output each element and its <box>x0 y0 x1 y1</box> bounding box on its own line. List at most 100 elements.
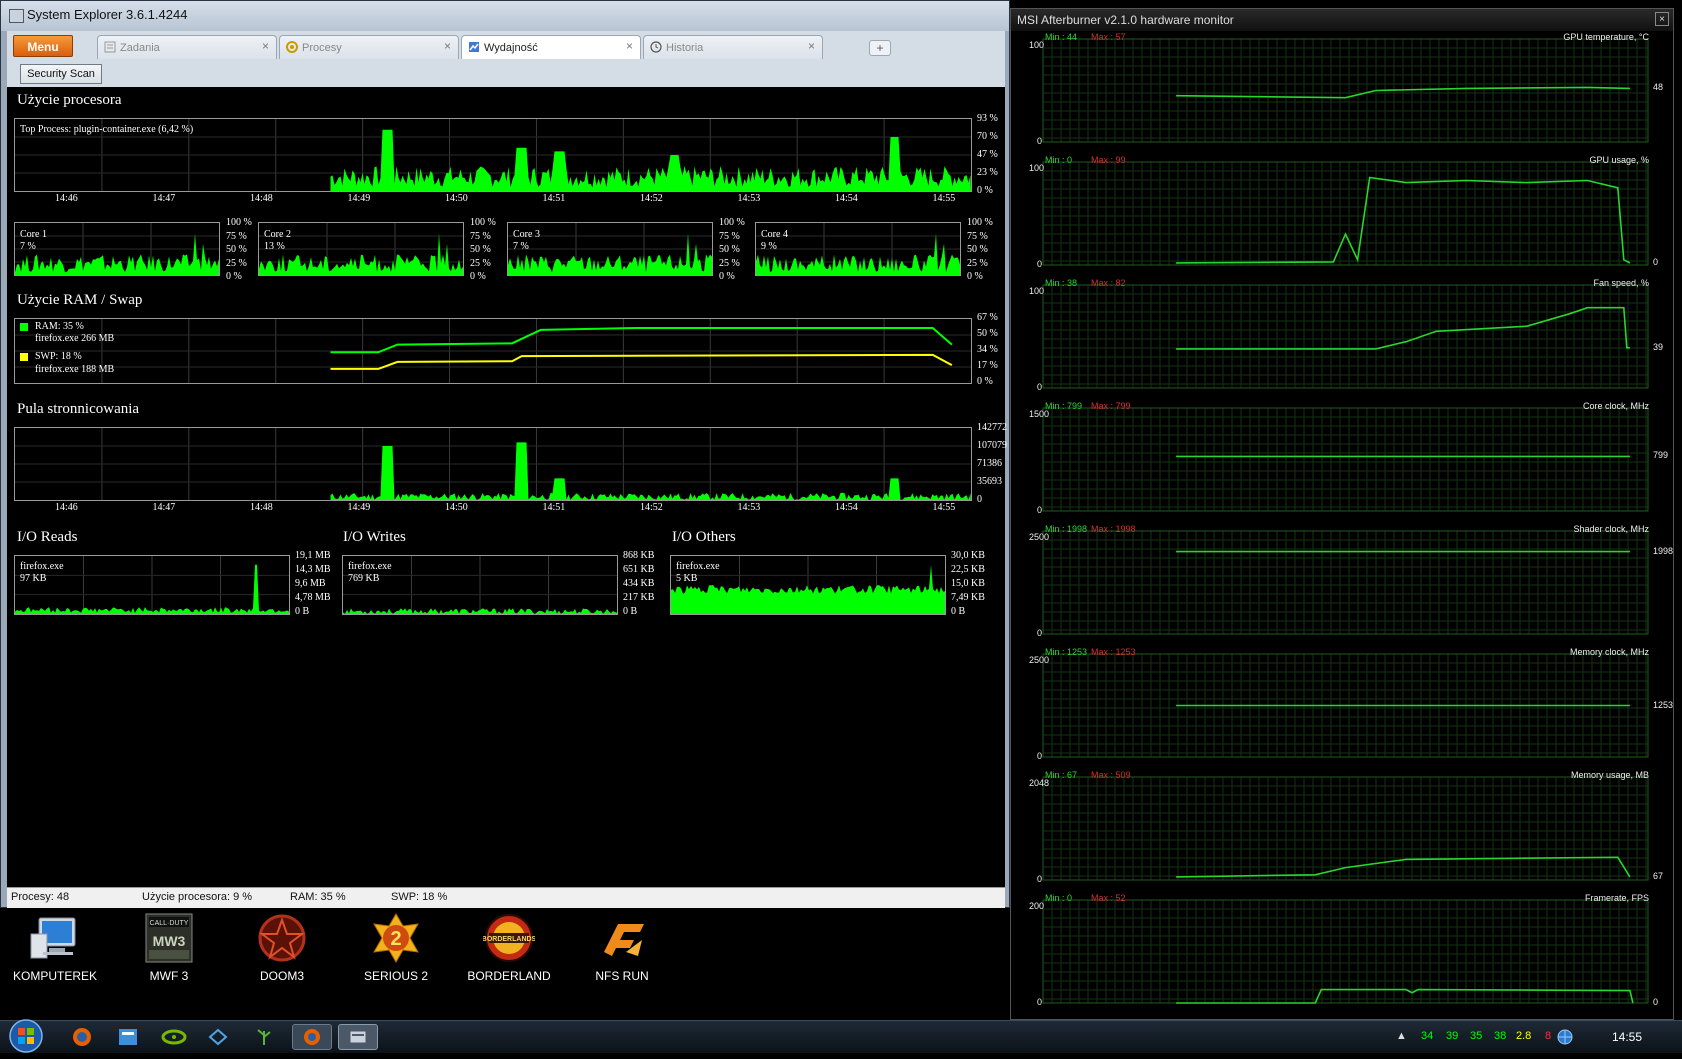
afterburner-y-max: 100 <box>1029 286 1045 296</box>
afterburner-graph-name: GPU temperature, °C <box>1563 32 1649 42</box>
system-explorer-window: System Explorer 3.6.1.4244 Menu Zadania … <box>0 0 1010 908</box>
nfs-run-game-icon <box>596 912 648 964</box>
afterburner-current-value: 39 <box>1653 341 1664 352</box>
afterburner-graph-panel: Min : 799 Max : 799 Core clock, MHz 1500 0 79… <box>1011 400 1673 523</box>
window-title: System Explorer 3.6.1.4244 <box>27 7 188 22</box>
afterburner-graph-panel: Min : 0 Max : 99 GPU usage, % 100 0 0 <box>1011 154 1673 277</box>
afterburner-graph-name: GPU usage, % <box>1589 155 1649 165</box>
close-tab-icon[interactable]: × <box>808 39 815 53</box>
close-tab-icon[interactable]: × <box>626 39 633 53</box>
afterburner-max-label: Max : 1998 <box>1091 524 1136 534</box>
afterburner-graph-panel: Min : 1998 Max : 1998 Shader clock, MHz 250… <box>1011 523 1673 646</box>
tray-readouts: 34 39 35 38 2.8 8 <box>0 1021 1682 1053</box>
afterburner-max-label: Max : 57 <box>1091 32 1126 42</box>
afterburner-graph-panel: Min : 0 Max : 52 Framerate, FPS 200 0 0 <box>1011 892 1673 1015</box>
performance-icon <box>468 41 480 53</box>
afterburner-current-value: 1998 <box>1653 545 1674 556</box>
tray-readout: 35 <box>1470 1030 1483 1042</box>
tab-label: Zadania <box>120 42 160 54</box>
afterburner-y-min: 0 <box>1037 259 1043 269</box>
afterburner-graph-name: Shader clock, MHz <box>1573 524 1649 534</box>
afterburner-y-max: 100 <box>1029 163 1045 173</box>
desktop-icon-serious2[interactable]: 2 SERIOUS 2 <box>346 912 446 983</box>
close-icon[interactable]: × <box>1655 12 1669 26</box>
afterburner-title-bar[interactable]: MSI Afterburner v2.1.0 hardware monitor … <box>1011 9 1673 31</box>
clock[interactable]: 14:55 <box>1612 1030 1642 1044</box>
afterburner-graph-panel: Min : 44 Max : 57 GPU temperature, °C 100 0 4… <box>1011 31 1673 154</box>
tray-readout: 34 <box>1421 1030 1434 1042</box>
serious-sam-game-icon: 2 <box>370 912 422 964</box>
desktop-icon-borderland[interactable]: BORDERLANDS BORDERLAND <box>459 912 559 983</box>
svg-text:CALL·DUTY: CALL·DUTY <box>150 920 189 927</box>
borderlands-game-icon: BORDERLANDS <box>482 912 537 964</box>
io-y-label: 22,5 KB <box>951 564 985 575</box>
afterburner-y-min: 0 <box>1037 628 1043 638</box>
afterburner-y-max: 2500 <box>1029 655 1050 665</box>
afterburner-y-max: 1500 <box>1029 409 1050 419</box>
desktop-icon-label: BORDERLAND <box>467 969 551 983</box>
tasks-icon <box>104 41 116 53</box>
afterburner-graph-name: Memory clock, MHz <box>1569 647 1649 657</box>
title-bar[interactable]: System Explorer 3.6.1.4244 <box>1 1 1009 31</box>
afterburner-max-label: Max : 82 <box>1091 278 1126 288</box>
afterburner-max-label: Max : 1253 <box>1091 647 1136 657</box>
history-icon <box>650 41 662 53</box>
processes-icon <box>286 41 298 53</box>
desktop-icon-label: SERIOUS 2 <box>363 969 429 983</box>
afterburner-y-max: 2500 <box>1029 532 1050 542</box>
afterburner-current-value: 67 <box>1653 870 1664 881</box>
tab-historia[interactable]: Historia × <box>643 35 823 59</box>
tray-readout: 2.8 <box>1516 1030 1532 1042</box>
security-scan-button[interactable]: Security Scan <box>20 64 102 84</box>
afterburner-min-label: Min : 0 <box>1045 155 1073 165</box>
afterburner-max-label: Max : 99 <box>1091 155 1126 165</box>
menu-button[interactable]: Menu <box>13 35 73 57</box>
afterburner-min-label: Min : 1998 <box>1045 524 1088 534</box>
io-y-label: 0 B <box>951 606 966 617</box>
close-tab-icon[interactable]: × <box>444 39 451 53</box>
doom3-game-icon <box>256 912 308 964</box>
afterburner-y-min: 0 <box>1037 874 1043 884</box>
afterburner-y-min: 0 <box>1037 505 1043 515</box>
afterburner-y-min: 0 <box>1037 382 1043 392</box>
io-y-label: 434 KB <box>623 578 655 589</box>
tray-readout: 38 <box>1494 1030 1507 1042</box>
svg-text:2: 2 <box>390 928 401 950</box>
status-bar: Procesy: 48 Użycie procesora: 9 % RAM: 3… <box>7 887 1005 908</box>
afterburner-min-label: Min : 38 <box>1045 278 1078 288</box>
status-swp: SWP: 18 % <box>391 891 448 903</box>
afterburner-current-value: 1253 <box>1653 699 1674 710</box>
taskbar: ▲ 34 39 35 38 2.8 8 14:55 <box>0 1019 1682 1053</box>
afterburner-max-label: Max : 799 <box>1091 401 1131 411</box>
io-y-label: 7,49 KB <box>951 592 985 603</box>
desktop-icon-komputerek[interactable]: KOMPUTEREK <box>5 912 105 983</box>
tray-readout: 39 <box>1446 1030 1459 1042</box>
afterburner-current-value: 799 <box>1653 450 1669 461</box>
afterburner-trace <box>1176 988 1634 1004</box>
mw3-game-icon: CALL·DUTY MW3 <box>143 912 195 964</box>
tab-procesy[interactable]: Procesy × <box>279 35 459 59</box>
tab-wydajnosc[interactable]: Wydajność × <box>461 35 641 59</box>
add-tab-button[interactable]: + <box>869 40 891 56</box>
tab-zadania[interactable]: Zadania × <box>97 35 277 59</box>
desktop-icon-nfs-run[interactable]: NFS RUN <box>572 912 672 983</box>
tab-bar: Menu Zadania × Procesy × Wydajność × His… <box>7 31 1005 61</box>
tray-readout: 8 <box>1545 1030 1552 1042</box>
afterburner-graph-panel: Min : 67 Max : 509 Memory usage, MB 2048 0 67 <box>1011 769 1673 892</box>
afterburner-max-label: Max : 52 <box>1091 893 1126 903</box>
close-tab-icon[interactable]: × <box>262 39 269 53</box>
afterburner-graph-name: Fan speed, % <box>1593 278 1649 288</box>
io-y-label: 0 B <box>623 606 638 617</box>
desktop-icon-mwf3[interactable]: CALL·DUTY MW3 MWF 3 <box>119 912 219 983</box>
status-ram: RAM: 35 % <box>290 891 346 903</box>
tray-globe-icon[interactable] <box>1556 1028 1574 1046</box>
io-y-label: 19,1 MB <box>295 550 331 561</box>
computer-icon <box>29 912 81 964</box>
svg-text:MW3: MW3 <box>153 933 186 949</box>
io-y-label: 14,3 MB <box>295 564 331 575</box>
afterburner-graph-panel: Min : 38 Max : 82 Fan speed, % 100 0 39 <box>1011 277 1673 400</box>
desktop-icon-doom3[interactable]: DOOM3 <box>232 912 332 983</box>
app-icon <box>9 9 24 23</box>
performance-panel: Użycie procesora Top Process: plugin-con… <box>7 87 1007 887</box>
afterburner-current-value: 48 <box>1653 82 1664 93</box>
